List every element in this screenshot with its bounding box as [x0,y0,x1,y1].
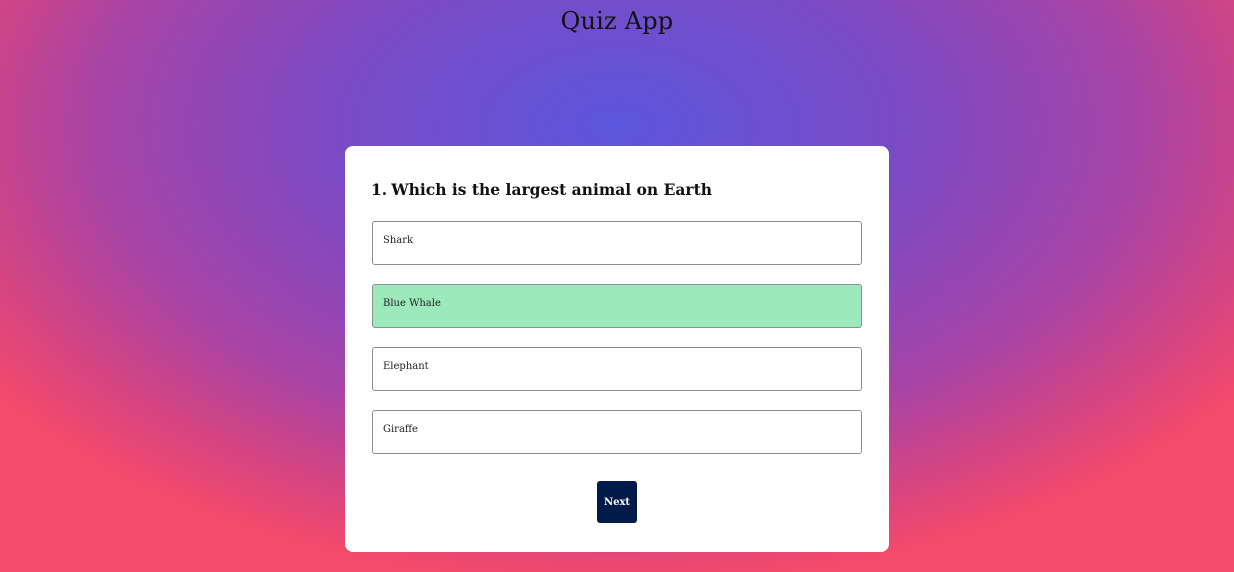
next-button[interactable]: Next [597,481,637,523]
answer-option-elephant[interactable]: Elephant [372,347,862,391]
question-number: 1. [371,180,388,199]
answer-option-shark[interactable]: Shark [372,221,862,265]
app-title: Quiz App [560,7,674,35]
answer-option-giraffe[interactable]: Giraffe [372,410,862,454]
question-text: Which is the largest animal on Earth [391,180,713,199]
answer-list: Shark Blue Whale Elephant Giraffe [372,221,862,473]
question-heading: 1. Which is the largest animal on Earth [371,180,712,199]
answer-option-blue-whale[interactable]: Blue Whale [372,284,862,328]
quiz-card: 1. Which is the largest animal on Earth S… [345,146,889,552]
